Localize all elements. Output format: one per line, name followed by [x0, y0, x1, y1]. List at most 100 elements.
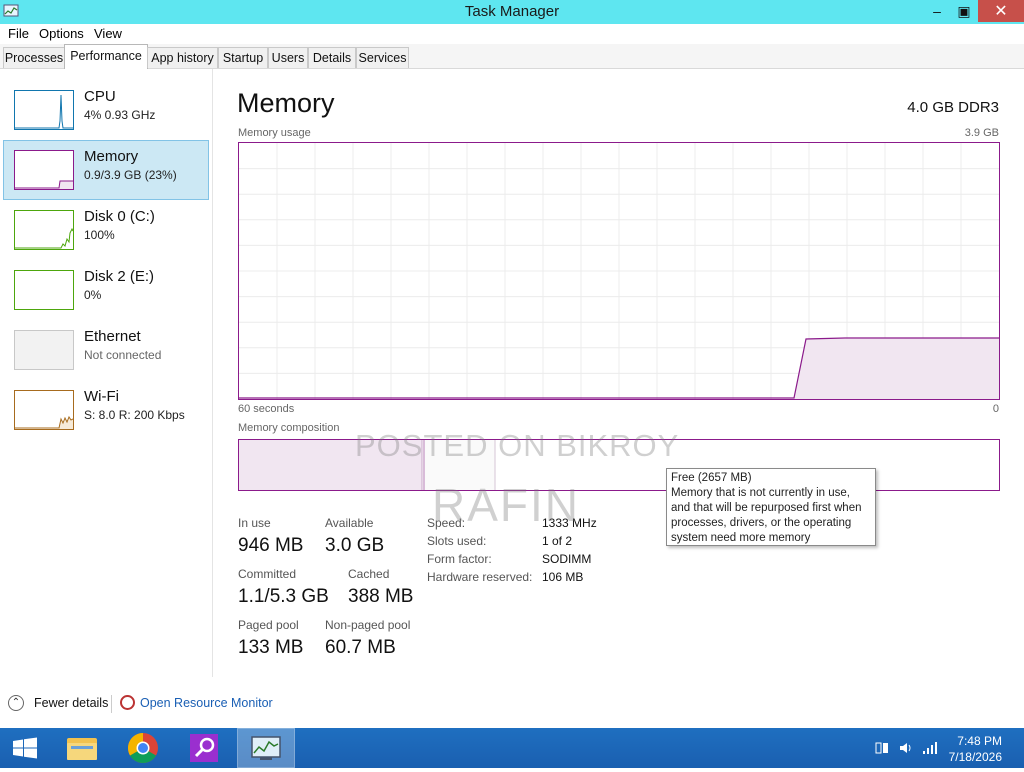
ethernet-thumbnail: [14, 330, 74, 370]
task-manager-taskbar-button[interactable]: [237, 728, 295, 768]
paged-pool-value: 133 MB: [238, 637, 304, 658]
tab-strip: Processes Performance App history Startu…: [0, 44, 1024, 69]
task-manager-icon: [251, 736, 281, 760]
memory-usage-graph: [238, 142, 1000, 400]
tab-services[interactable]: Services: [356, 47, 409, 68]
available-label: Available: [325, 516, 374, 530]
cpu-thumbnail: [14, 90, 74, 130]
wifi-thumbnail: [14, 390, 74, 430]
taskbar-clock[interactable]: 7:48 PM 7/18/2026: [949, 733, 1002, 765]
memory-composition-label: Memory composition: [238, 422, 340, 434]
windows-logo-icon: [13, 737, 37, 759]
chrome-button[interactable]: [115, 729, 171, 767]
composition-tooltip: Free (2657 MB) Memory that is not curren…: [666, 468, 876, 546]
time-axis-left: 60 seconds: [238, 403, 295, 415]
tab-details[interactable]: Details: [308, 47, 356, 68]
clock-time: 7:48 PM: [957, 734, 1002, 748]
tab-processes[interactable]: Processes: [3, 47, 65, 68]
tooltip-line: Memory that is not currently in use,: [671, 487, 850, 499]
tab-performance[interactable]: Performance: [64, 44, 148, 69]
minimize-button[interactable]: –: [924, 0, 950, 22]
committed-label: Committed: [238, 567, 297, 581]
chevron-up-icon[interactable]: ⌃: [8, 695, 24, 711]
tooltip-line: and that will be repurposed first when: [671, 502, 862, 514]
memory-usage-area: [794, 338, 999, 399]
menu-bar: File Options View: [0, 24, 1024, 44]
sidebar-item-value: S: 8.0 R: 200 Kbps: [84, 408, 185, 422]
sidebar-item-label: Ethernet: [84, 328, 141, 345]
form-factor-label: Form factor:: [427, 552, 492, 566]
composition-standby: [425, 440, 495, 490]
tab-app-history[interactable]: App history: [147, 47, 218, 68]
slots-used-value: 1 of 2: [542, 534, 573, 548]
tab-users[interactable]: Users: [268, 47, 308, 68]
maximize-button[interactable]: ▣: [951, 0, 977, 22]
search-icon: [190, 734, 218, 762]
resource-monitor-icon[interactable]: [120, 695, 135, 710]
tooltip-line: system need more memory: [671, 532, 811, 544]
open-resource-monitor-link[interactable]: Open Resource Monitor: [140, 696, 273, 710]
non-paged-pool-label: Non-paged pool: [325, 618, 411, 632]
sidebar-item-ethernet[interactable]: Ethernet Not connected: [4, 321, 208, 379]
sidebar-item-label: CPU: [84, 88, 116, 105]
sidebar-item-disk-2[interactable]: Disk 2 (E:) 0%: [4, 261, 208, 319]
available-value: 3.0 GB: [325, 535, 385, 556]
sidebar-item-label: Wi-Fi: [84, 388, 119, 405]
network-signal-icon[interactable]: [922, 740, 938, 756]
non-paged-pool-value: 60.7 MB: [325, 637, 396, 658]
search-app-button[interactable]: [176, 729, 232, 767]
sidebar-item-value: 100%: [84, 228, 115, 242]
memory-thumbnail: [14, 150, 74, 190]
footer-divider: [111, 695, 112, 713]
time-axis-right: 0: [992, 403, 999, 415]
speed-value: 1333 MHz: [542, 516, 597, 530]
sidebar-item-value: 4% 0.93 GHz: [84, 108, 156, 122]
footer-bar: ⌃ Fewer details Open Resource Monitor: [0, 686, 1024, 724]
composition-modified: [423, 440, 425, 490]
action-center-icon[interactable]: [874, 740, 890, 756]
close-button[interactable]: ✕: [978, 0, 1024, 22]
disk-2-thumbnail: [14, 270, 74, 310]
tooltip-line: processes, drivers, or the operating: [671, 517, 852, 529]
memory-composition-bar: [238, 439, 1000, 491]
paged-pool-label: Paged pool: [238, 618, 299, 632]
tab-startup[interactable]: Startup: [218, 47, 268, 68]
sidebar-item-label: Disk 0 (C:): [84, 208, 155, 225]
sidebar-item-label: Memory: [84, 148, 139, 165]
title-bar: Task Manager – ▣ ✕: [0, 0, 1024, 24]
cached-value: 388 MB: [348, 586, 414, 607]
tooltip-title: Free (2657 MB): [671, 472, 752, 484]
memory-usage-label: Memory usage: [238, 127, 311, 139]
page-title: Memory: [237, 88, 335, 118]
sidebar-item-value: Not connected: [84, 348, 162, 362]
menu-file[interactable]: File: [8, 26, 29, 41]
clock-date: 7/18/2026: [948, 750, 1002, 764]
folder-icon: [67, 738, 97, 760]
fewer-details-button[interactable]: Fewer details: [34, 696, 108, 710]
committed-value: 1.1/5.3 GB: [238, 586, 329, 607]
hardware-reserved-label: Hardware reserved:: [427, 570, 533, 584]
in-use-label: In use: [238, 516, 271, 530]
sidebar-item-wifi[interactable]: Wi-Fi S: 8.0 R: 200 Kbps: [4, 381, 208, 439]
sidebar-item-cpu[interactable]: CPU 4% 0.93 GHz: [4, 81, 208, 139]
slots-used-label: Slots used:: [427, 534, 487, 548]
sidebar-item-value: 0%: [84, 288, 102, 302]
taskbar: 7:48 PM 7/18/2026: [0, 728, 1024, 768]
start-button[interactable]: [0, 729, 50, 767]
composition-in-use: [239, 440, 422, 490]
chrome-icon: [127, 733, 158, 764]
memory-usage-max: 3.9 GB: [964, 127, 999, 139]
performance-sidebar: CPU 4% 0.93 GHz Memory 0.9/3.9 GB (23%) …: [0, 69, 213, 677]
form-factor-value: SODIMM: [542, 552, 592, 566]
cached-label: Cached: [348, 567, 390, 581]
sidebar-item-memory[interactable]: Memory 0.9/3.9 GB (23%): [3, 140, 209, 200]
file-explorer-button[interactable]: [54, 729, 110, 767]
disk-0-thumbnail: [14, 210, 74, 250]
sidebar-item-disk-0[interactable]: Disk 0 (C:) 100%: [4, 201, 208, 259]
menu-view[interactable]: View: [94, 26, 122, 41]
speed-label: Speed:: [427, 516, 466, 530]
hardware-reserved-value: 106 MB: [542, 570, 584, 584]
volume-icon[interactable]: [898, 740, 914, 756]
sidebar-item-value: 0.9/3.9 GB (23%): [84, 168, 177, 182]
menu-options[interactable]: Options: [39, 26, 84, 41]
